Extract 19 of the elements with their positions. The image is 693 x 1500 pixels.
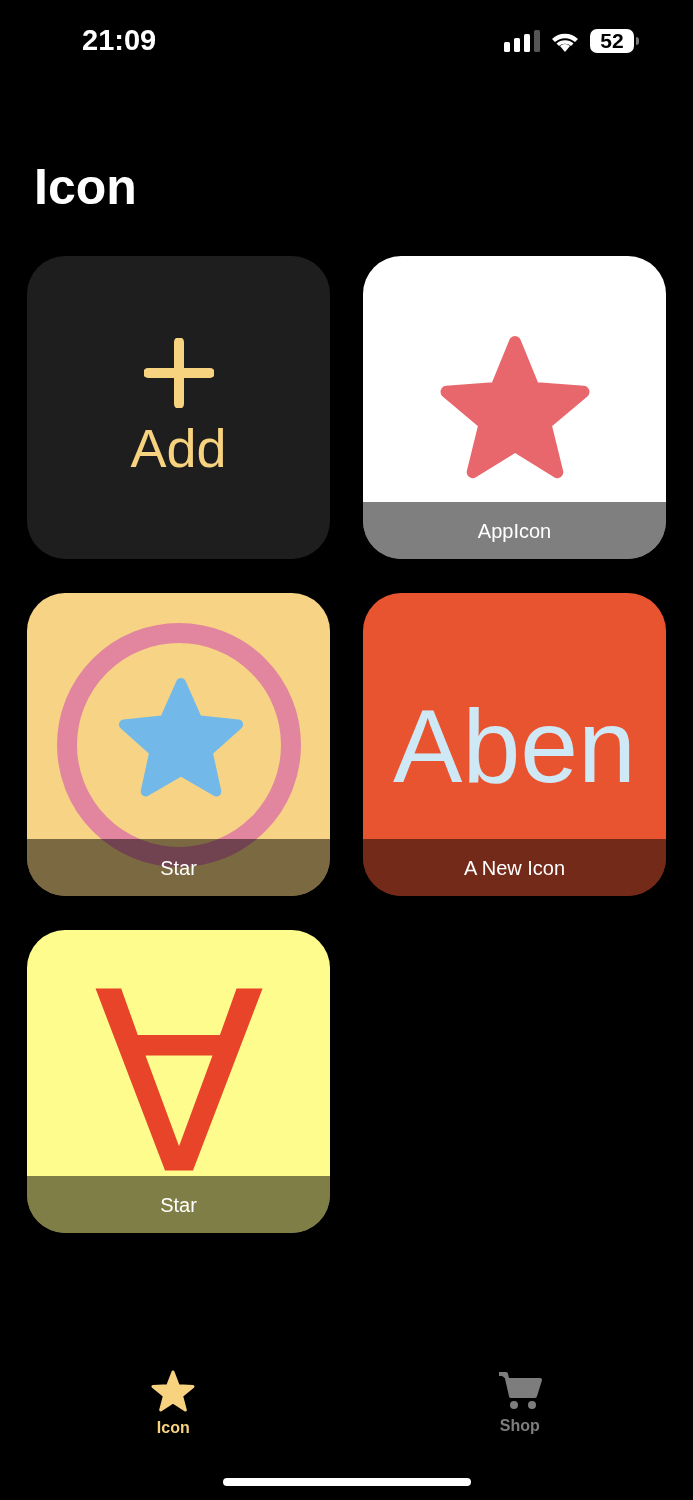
tile-label: AppIcon xyxy=(477,518,552,544)
add-tile[interactable]: Add xyxy=(27,256,330,559)
tab[interactable]: Shop xyxy=(346,1370,693,1440)
status-time: 21:09 xyxy=(82,23,157,59)
icon-tile[interactable]: A Star xyxy=(27,930,330,1233)
cart-icon xyxy=(496,1370,543,1410)
tile-label: A New Icon xyxy=(463,855,566,881)
star-icon xyxy=(151,1370,196,1412)
signal-icon xyxy=(504,30,540,52)
icon-art-text: A xyxy=(92,976,266,1172)
icon-tile[interactable]: Aben A New Icon xyxy=(363,593,666,896)
tile-label: Star xyxy=(160,1192,197,1218)
tab[interactable]: Icon xyxy=(0,1370,347,1440)
icon-tile[interactable]: Star xyxy=(27,593,330,896)
icon-art-text: Aben xyxy=(392,691,637,801)
plus-icon xyxy=(143,337,214,408)
page-title: Icon xyxy=(34,158,138,216)
tile-label: Star xyxy=(160,855,197,881)
icon-tile[interactable]: AppIcon xyxy=(363,256,666,559)
